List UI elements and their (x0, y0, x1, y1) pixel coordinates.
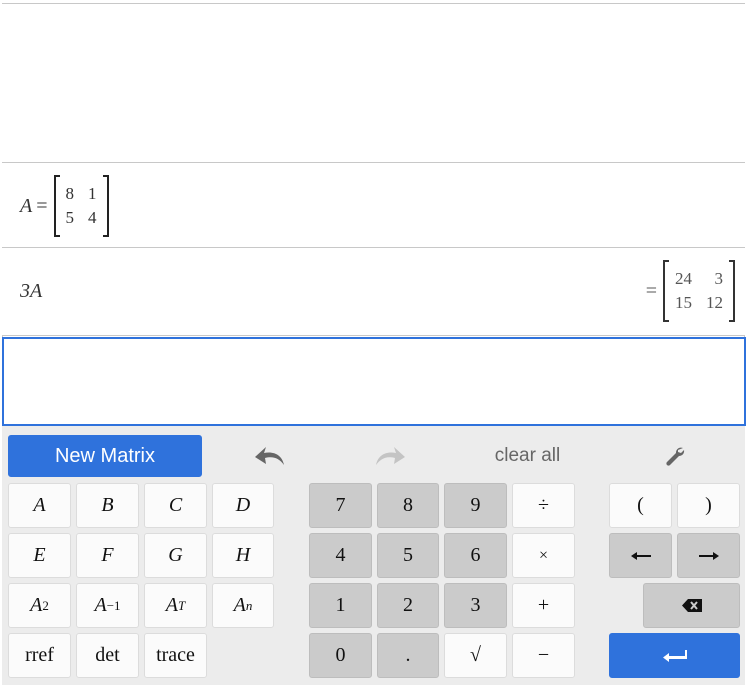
backspace-icon (681, 599, 702, 612)
equals-sign: = (36, 194, 48, 217)
key-7[interactable]: 7 (309, 483, 372, 528)
key-var-a[interactable]: A (8, 483, 71, 528)
undo-button[interactable] (240, 438, 300, 474)
expression-row[interactable]: A = 8 1 5 4 (2, 163, 745, 248)
key-8[interactable]: 8 (377, 483, 439, 528)
key-3[interactable]: 3 (444, 583, 507, 628)
key-minus[interactable]: − (512, 633, 575, 678)
wrench-icon (666, 447, 685, 466)
equals-sign: = (645, 279, 657, 302)
matrix-cell: 15 (675, 293, 692, 312)
key-decimal[interactable]: . (377, 633, 439, 678)
expression-row[interactable]: 3A = 24 3 15 12 (2, 248, 745, 336)
key-power-n[interactable]: An (212, 583, 274, 628)
cursor-right-button[interactable] (677, 533, 740, 578)
matrix-cell: 4 (88, 208, 97, 227)
key-var-c[interactable]: C (144, 483, 207, 528)
matrix-definition: A = 8 1 5 4 (20, 175, 109, 237)
key-9[interactable]: 9 (444, 483, 507, 528)
expression-result: = 24 3 15 12 (646, 260, 735, 322)
cursor-left-button[interactable] (609, 533, 672, 578)
key-trace[interactable]: trace (144, 633, 207, 678)
key-square[interactable]: A2 (8, 583, 71, 628)
matrix-cell: 3 (714, 269, 724, 288)
matrix-name: A (20, 194, 33, 217)
matrix-cell: 5 (65, 208, 75, 227)
backspace-button[interactable] (643, 583, 740, 628)
right-bracket (729, 260, 735, 322)
expression-input: 3A (20, 280, 43, 302)
arrow-right-icon (698, 551, 719, 560)
redo-button[interactable] (360, 438, 420, 474)
key-5[interactable]: 5 (377, 533, 439, 578)
empty-region (2, 4, 745, 163)
matrix-cell: 1 (88, 184, 97, 203)
key-rref[interactable]: rref (8, 633, 71, 678)
key-var-b[interactable]: B (76, 483, 139, 528)
key-inverse[interactable]: A −1 (76, 583, 139, 628)
undo-icon (255, 447, 284, 465)
key-6[interactable]: 6 (444, 533, 507, 578)
matrix-cell: 24 (675, 269, 692, 288)
arrow-left-icon (630, 551, 651, 560)
matrix-cell: 8 (65, 184, 75, 203)
key-var-g[interactable]: G (144, 533, 207, 578)
matrix-value: 8 1 5 4 (53, 175, 109, 237)
key-0[interactable]: 0 (309, 633, 372, 678)
key-det[interactable]: det (76, 633, 139, 678)
enter-button[interactable] (609, 633, 740, 678)
redo-icon (376, 447, 405, 465)
key-close-paren[interactable]: ) (677, 483, 740, 528)
expression-input-field[interactable] (2, 337, 746, 426)
key-times[interactable]: × (512, 533, 575, 578)
key-var-d[interactable]: D (212, 483, 274, 528)
matrix-cell: 12 (706, 293, 723, 312)
key-1[interactable]: 1 (309, 583, 372, 628)
key-4[interactable]: 4 (309, 533, 372, 578)
key-open-paren[interactable]: ( (609, 483, 672, 528)
key-var-h[interactable]: H (212, 533, 274, 578)
right-bracket (102, 175, 109, 237)
key-var-f[interactable]: F (76, 533, 139, 578)
new-matrix-button[interactable]: New Matrix (8, 435, 202, 477)
clear-all-button[interactable]: clear all (470, 438, 585, 474)
key-sqrt[interactable]: √ (444, 633, 507, 678)
enter-icon (662, 649, 687, 662)
key-transpose[interactable]: AT (144, 583, 207, 628)
key-divide[interactable]: ÷ (512, 483, 575, 528)
settings-button[interactable] (650, 438, 700, 474)
key-var-e[interactable]: E (8, 533, 71, 578)
key-2[interactable]: 2 (377, 583, 439, 628)
key-plus[interactable]: + (512, 583, 575, 628)
